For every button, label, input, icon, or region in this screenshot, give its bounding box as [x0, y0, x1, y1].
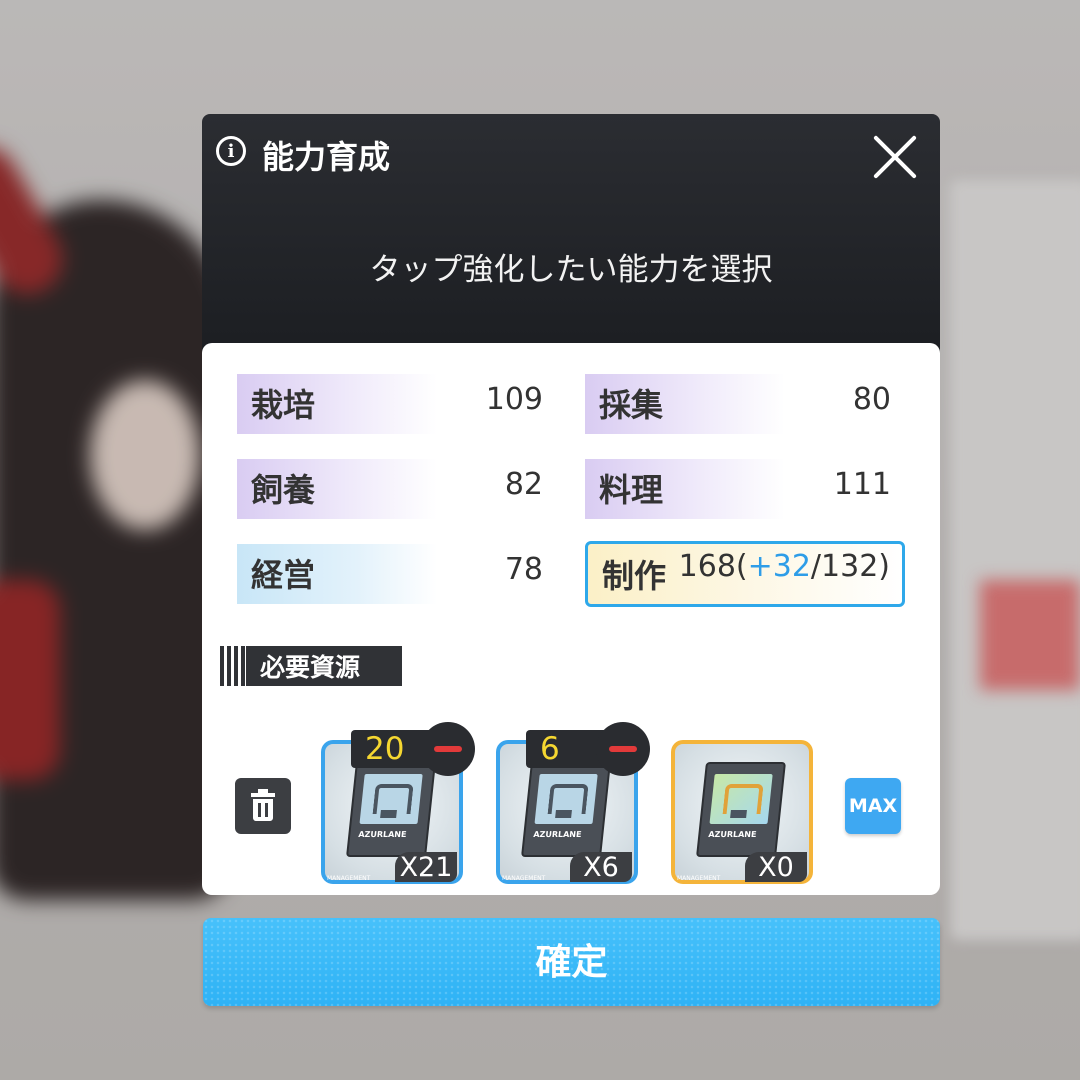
book-icon: AZURLANE — [696, 762, 786, 857]
resource-item-3[interactable]: AZURLANE MANAGEMENT X0 — [671, 740, 813, 884]
required-resources-header: 必要資源 — [220, 646, 402, 686]
ability-cooking[interactable]: 料理 111 — [585, 459, 891, 519]
max-button[interactable]: MAX — [845, 778, 901, 834]
stripe-decoration — [220, 646, 246, 686]
ability-crafting[interactable]: 制作 168(+32/132) — [585, 541, 905, 607]
owned-count: X0 — [745, 852, 807, 883]
ability-breeding[interactable]: 飼養 82 — [237, 459, 543, 519]
dialog-subtitle: タップ強化したい能力を選択 — [369, 252, 773, 288]
confirm-button[interactable]: 確定 — [203, 918, 940, 1006]
owned-count: X6 — [570, 852, 632, 883]
ability-value: 168(+32/132) — [678, 549, 890, 584]
ability-label: 採集 — [585, 374, 785, 434]
info-icon[interactable]: i — [216, 136, 246, 166]
resource-item-1[interactable]: AZURLANE MANAGEMENT X21 20 — [321, 722, 475, 884]
ability-value: 78 — [504, 552, 543, 587]
resource-item-2[interactable]: AZURLANE MANAGEMENT X6 6 — [496, 722, 650, 884]
trash-icon[interactable] — [235, 778, 291, 834]
minus-icon[interactable] — [596, 722, 650, 776]
ability-training-dialog: i 能力育成 タップ強化したい能力を選択 栽培 109 採集 80 飼養 82 … — [202, 114, 940, 895]
ability-management[interactable]: 経営 78 — [237, 544, 543, 604]
ability-label: 経営 — [237, 544, 437, 604]
minus-icon[interactable] — [421, 722, 475, 776]
ability-value: 109 — [485, 382, 543, 417]
ability-cultivation[interactable]: 栽培 109 — [237, 374, 543, 434]
owned-count: X21 — [395, 852, 457, 883]
ability-label: 栽培 — [237, 374, 437, 434]
ability-label: 飼養 — [237, 459, 437, 519]
book-icon: AZURLANE — [521, 762, 611, 857]
close-icon[interactable] — [870, 132, 920, 182]
dialog-header: i 能力育成 タップ強化したい能力を選択 — [202, 114, 940, 354]
dialog-panel: 栽培 109 採集 80 飼養 82 料理 111 経営 78 制作 168(+… — [202, 343, 940, 895]
ability-value: 111 — [833, 467, 891, 502]
ability-value: 80 — [852, 382, 891, 417]
book-icon: AZURLANE — [346, 762, 436, 857]
ability-value: 82 — [504, 467, 543, 502]
ability-gathering[interactable]: 採集 80 — [585, 374, 891, 434]
dialog-title: 能力育成 — [262, 138, 391, 176]
required-resources-label: 必要資源 — [260, 653, 361, 682]
ability-label: 料理 — [585, 459, 785, 519]
